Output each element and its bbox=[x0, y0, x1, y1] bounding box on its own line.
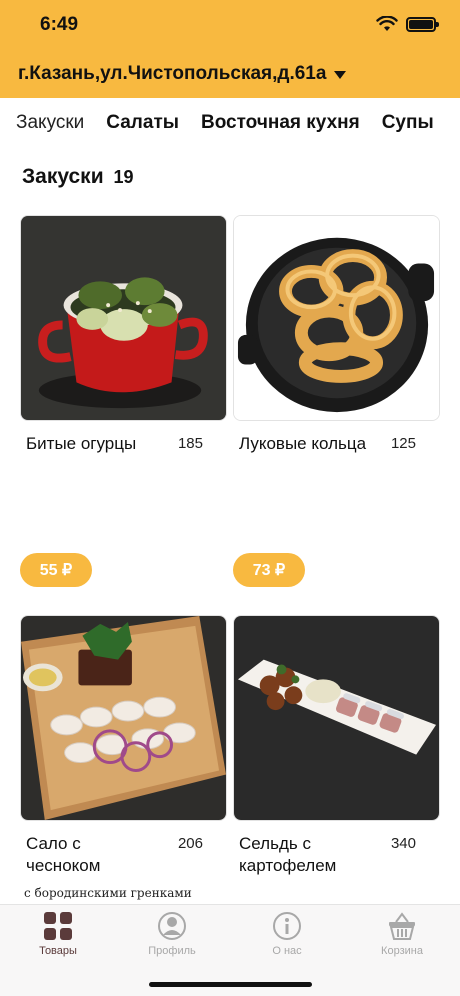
product-name: Луковые кольца bbox=[239, 434, 367, 453]
tab-supy[interactable]: Супы bbox=[382, 112, 434, 134]
product-photo-cucumbers[interactable] bbox=[20, 215, 227, 421]
nav-label: Профиль bbox=[148, 945, 196, 957]
chevron-down-icon bbox=[334, 71, 347, 79]
price-button[interactable]: 73 ₽ bbox=[233, 553, 305, 587]
nav-label: Корзина bbox=[381, 945, 423, 957]
nav-tovary[interactable]: Товары bbox=[8, 911, 108, 957]
product-card[interactable]: Битые огурцы 185 55 ₽ bbox=[20, 215, 227, 587]
product-card[interactable]: Луковые кольца 125 73 ₽ bbox=[233, 215, 440, 587]
product-name: Сало с чесноком bbox=[26, 834, 101, 875]
nav-label: Товары bbox=[39, 945, 77, 957]
product-card[interactable]: Сельдь с картофелем 340 bbox=[233, 615, 440, 875]
section-count: 19 bbox=[113, 167, 134, 187]
status-time: 6:49 bbox=[40, 14, 79, 35]
nav-about[interactable]: О нас bbox=[237, 911, 337, 957]
category-tabs: Закуски Салаты Восточная кухня Супы bbox=[16, 112, 434, 134]
info-icon bbox=[273, 912, 301, 940]
tab-salaty[interactable]: Салаты bbox=[106, 112, 179, 134]
product-description: с бородинскими гренками bbox=[24, 886, 192, 900]
section-title-label: Закуски bbox=[22, 165, 104, 188]
home-indicator bbox=[149, 982, 312, 987]
product-photo-salo[interactable] bbox=[20, 615, 227, 821]
product-weight: 340 bbox=[390, 835, 416, 852]
product-name: Сельдь с картофелем bbox=[239, 834, 337, 875]
tab-vostochnaya-kuhnya[interactable]: Восточная кухня bbox=[201, 112, 360, 134]
herring-image bbox=[234, 616, 439, 820]
cucumbers-image bbox=[21, 216, 226, 420]
price-button[interactable]: 55 ₽ bbox=[20, 553, 92, 587]
product-weight: 125 bbox=[390, 435, 416, 452]
wifi-icon bbox=[376, 16, 398, 31]
product-photo-onion-rings[interactable] bbox=[233, 215, 440, 421]
status-icons bbox=[376, 16, 439, 32]
nav-profile[interactable]: Профиль bbox=[122, 911, 222, 957]
nav-label: О нас bbox=[272, 945, 302, 957]
onion-rings-image bbox=[234, 216, 439, 420]
product-weight: 206 bbox=[177, 835, 203, 852]
grid-icon bbox=[44, 912, 72, 940]
product-name: Битые огурцы bbox=[26, 434, 137, 453]
profile-icon bbox=[158, 912, 186, 940]
tab-zakuski[interactable]: Закуски bbox=[16, 112, 84, 134]
basket-icon bbox=[389, 912, 415, 940]
address-label: г.Казань,ул.Чистопольская,д.61а bbox=[18, 63, 327, 84]
product-card[interactable]: Сало с чесноком 206 bbox=[20, 615, 227, 875]
salo-image bbox=[21, 616, 226, 820]
section-title: Закуски 19 bbox=[22, 165, 133, 189]
battery-icon bbox=[406, 16, 439, 32]
product-weight: 185 bbox=[177, 435, 203, 452]
address-selector[interactable]: г.Казань,ул.Чистопольская,д.61а bbox=[18, 63, 347, 85]
nav-cart[interactable]: Корзина bbox=[352, 911, 452, 957]
product-photo-herring[interactable] bbox=[233, 615, 440, 821]
top-bar: 6:49 г.Казань,ул.Чистопольская,д.61а bbox=[0, 0, 460, 98]
